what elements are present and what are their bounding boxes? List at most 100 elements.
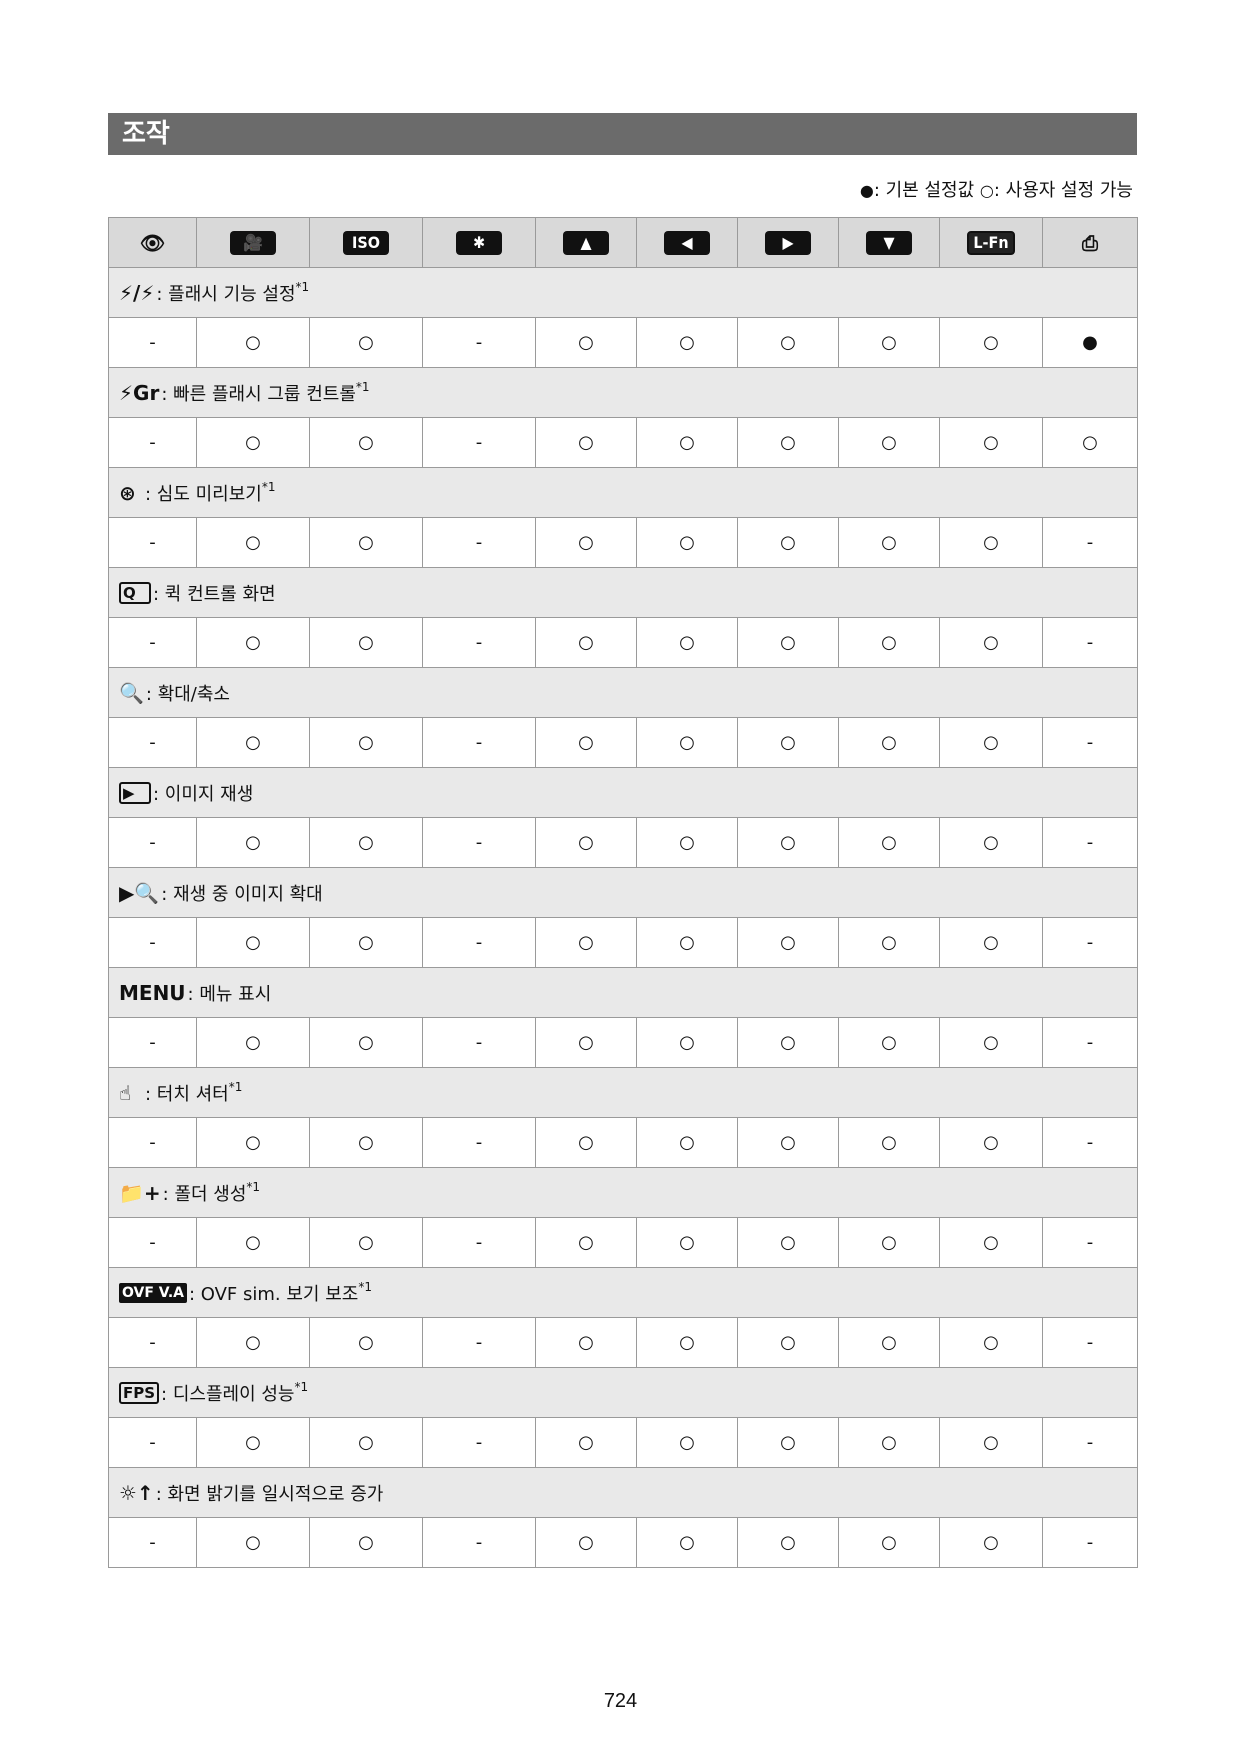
- value-cell: -: [422, 917, 536, 968]
- value-cell: ○: [535, 917, 637, 968]
- touch-shutter-icon: ☝: [119, 1080, 132, 1105]
- function-cell: ▶🔍: 재생 중 이미지 확대: [108, 867, 1138, 918]
- value-cell: -: [422, 317, 536, 368]
- customizable-mark: ○: [245, 632, 261, 653]
- value-cell: -: [422, 617, 536, 668]
- customizable-mark: ○: [245, 832, 261, 853]
- playback-icon: ▶: [119, 781, 151, 804]
- not-available-mark: -: [1086, 1432, 1094, 1453]
- function-row: ⊛: 심도 미리보기*1: [108, 467, 1138, 518]
- value-cell: ○: [309, 317, 423, 368]
- depth-of-field-preview-icon: ⊛: [119, 480, 136, 505]
- value-cell: ○: [939, 517, 1043, 568]
- value-cell: ○: [636, 1017, 738, 1068]
- value-cell: ○: [196, 817, 310, 868]
- value-cell: ○: [737, 617, 839, 668]
- customizable-mark: ○: [983, 1532, 999, 1553]
- value-cell: ○: [636, 717, 738, 768]
- value-row: - ○ ○ - ○ ○ ○ ○ ○ -: [108, 817, 1138, 868]
- customizable-mark: ○: [881, 532, 897, 553]
- value-cell: -: [108, 1017, 197, 1068]
- ae-lock-button-icon: ✱: [456, 230, 502, 255]
- function-row: OVF V.A: OVF sim. 보기 보조*1: [108, 1267, 1138, 1318]
- customizable-mark: ○: [679, 1432, 695, 1453]
- value-cell: ●: [1042, 317, 1138, 368]
- not-available-mark: -: [149, 1132, 156, 1153]
- customizable-mark: ○: [780, 932, 796, 953]
- value-cell: -: [1042, 1517, 1138, 1568]
- value-cell: ○: [939, 317, 1043, 368]
- function-cell: 📁+: 폴더 생성*1: [108, 1167, 1138, 1218]
- value-cell: ○: [196, 917, 310, 968]
- customizable-mark: ○: [983, 332, 999, 353]
- value-cell: ○: [196, 1417, 310, 1468]
- customizable-mark: ○: [881, 1432, 897, 1453]
- customizable-mark: ○: [245, 432, 261, 453]
- customizable-mark: ○: [679, 332, 695, 353]
- value-row: - ○ ○ - ○ ○ ○ ○ ○ -: [108, 517, 1138, 568]
- not-available-mark: -: [475, 632, 483, 653]
- customizable-mark: ○: [679, 1532, 695, 1553]
- value-cell: -: [1042, 1217, 1138, 1268]
- value-cell: ○: [737, 517, 839, 568]
- customizable-mark: ○: [679, 832, 695, 853]
- customizable-mark: ○: [983, 632, 999, 653]
- value-cell: ○: [939, 1217, 1043, 1268]
- customizable-mark: ○: [679, 1332, 695, 1353]
- customizable-mark: ○: [881, 632, 897, 653]
- value-row: - ○ ○ - ○ ○ ○ ○ ○ -: [108, 717, 1138, 768]
- value-cell: ○: [309, 517, 423, 568]
- customizable-mark: ○: [881, 1332, 897, 1353]
- cross-key-down-icon: ▼: [866, 230, 912, 255]
- value-cell: ○: [939, 717, 1043, 768]
- not-available-mark: -: [475, 1232, 483, 1253]
- not-available-mark: -: [1086, 1132, 1094, 1153]
- customizable-mark: ○: [578, 332, 594, 353]
- customizable-mark: ○: [881, 732, 897, 753]
- value-cell: ○: [838, 1517, 940, 1568]
- footnote-mark: *1: [358, 1279, 372, 1294]
- value-row: - ○ ○ - ○ ○ ○ ○ ○ -: [108, 1117, 1138, 1168]
- value-cell: -: [1042, 617, 1138, 668]
- value-cell: ○: [636, 1517, 738, 1568]
- value-cell: ○: [535, 1017, 637, 1068]
- function-label: : 폴더 생성: [162, 1183, 247, 1205]
- customizable-mark: ○: [679, 932, 695, 953]
- not-available-mark: -: [149, 732, 156, 753]
- value-cell: ○: [939, 1417, 1043, 1468]
- function-label: : 빠른 플래시 그룹 컨트롤: [161, 383, 356, 405]
- value-cell: ○: [636, 1117, 738, 1168]
- value-cell: ○: [737, 1117, 839, 1168]
- value-cell: -: [422, 1417, 536, 1468]
- ovf-view-assist-icon: OVF V.A: [119, 1282, 187, 1303]
- customizable-mark: ○: [245, 332, 261, 353]
- value-cell: ○: [535, 417, 637, 468]
- display-performance-icon: FPS: [119, 1381, 160, 1404]
- customizable-mark: ○: [983, 1232, 999, 1253]
- menu-icon: MENU: [119, 980, 186, 1005]
- customizable-mark: ○: [780, 1032, 796, 1053]
- value-cell: ○: [939, 1517, 1043, 1568]
- value-cell: ○: [838, 1217, 940, 1268]
- value-cell: ○: [737, 1417, 839, 1468]
- customizable-mark: ○: [780, 1432, 796, 1453]
- not-available-mark: -: [1086, 1532, 1094, 1553]
- function-label: : 메뉴 표시: [187, 983, 272, 1005]
- value-cell: -: [1042, 517, 1138, 568]
- function-cell: ▶: 이미지 재생: [108, 767, 1138, 818]
- value-cell: -: [422, 717, 536, 768]
- value-cell: -: [108, 517, 197, 568]
- value-cell: ○: [636, 517, 738, 568]
- function-cell: MENU: 메뉴 표시: [108, 967, 1138, 1018]
- value-cell: ○: [535, 1117, 637, 1168]
- customizable-mark: ○: [358, 732, 374, 753]
- customizable-mark: ○: [358, 332, 374, 353]
- value-cell: ○: [196, 417, 310, 468]
- customizable-mark: ○: [358, 1032, 374, 1053]
- function-row: FPS: 디스플레이 성능*1: [108, 1367, 1138, 1418]
- default-setting-mark: ●: [1082, 332, 1098, 353]
- value-cell: -: [422, 417, 536, 468]
- column-header: ▼: [838, 217, 940, 268]
- function-cell: ☝: 터치 셔터*1: [108, 1067, 1138, 1118]
- customizable-mark: ○: [780, 432, 796, 453]
